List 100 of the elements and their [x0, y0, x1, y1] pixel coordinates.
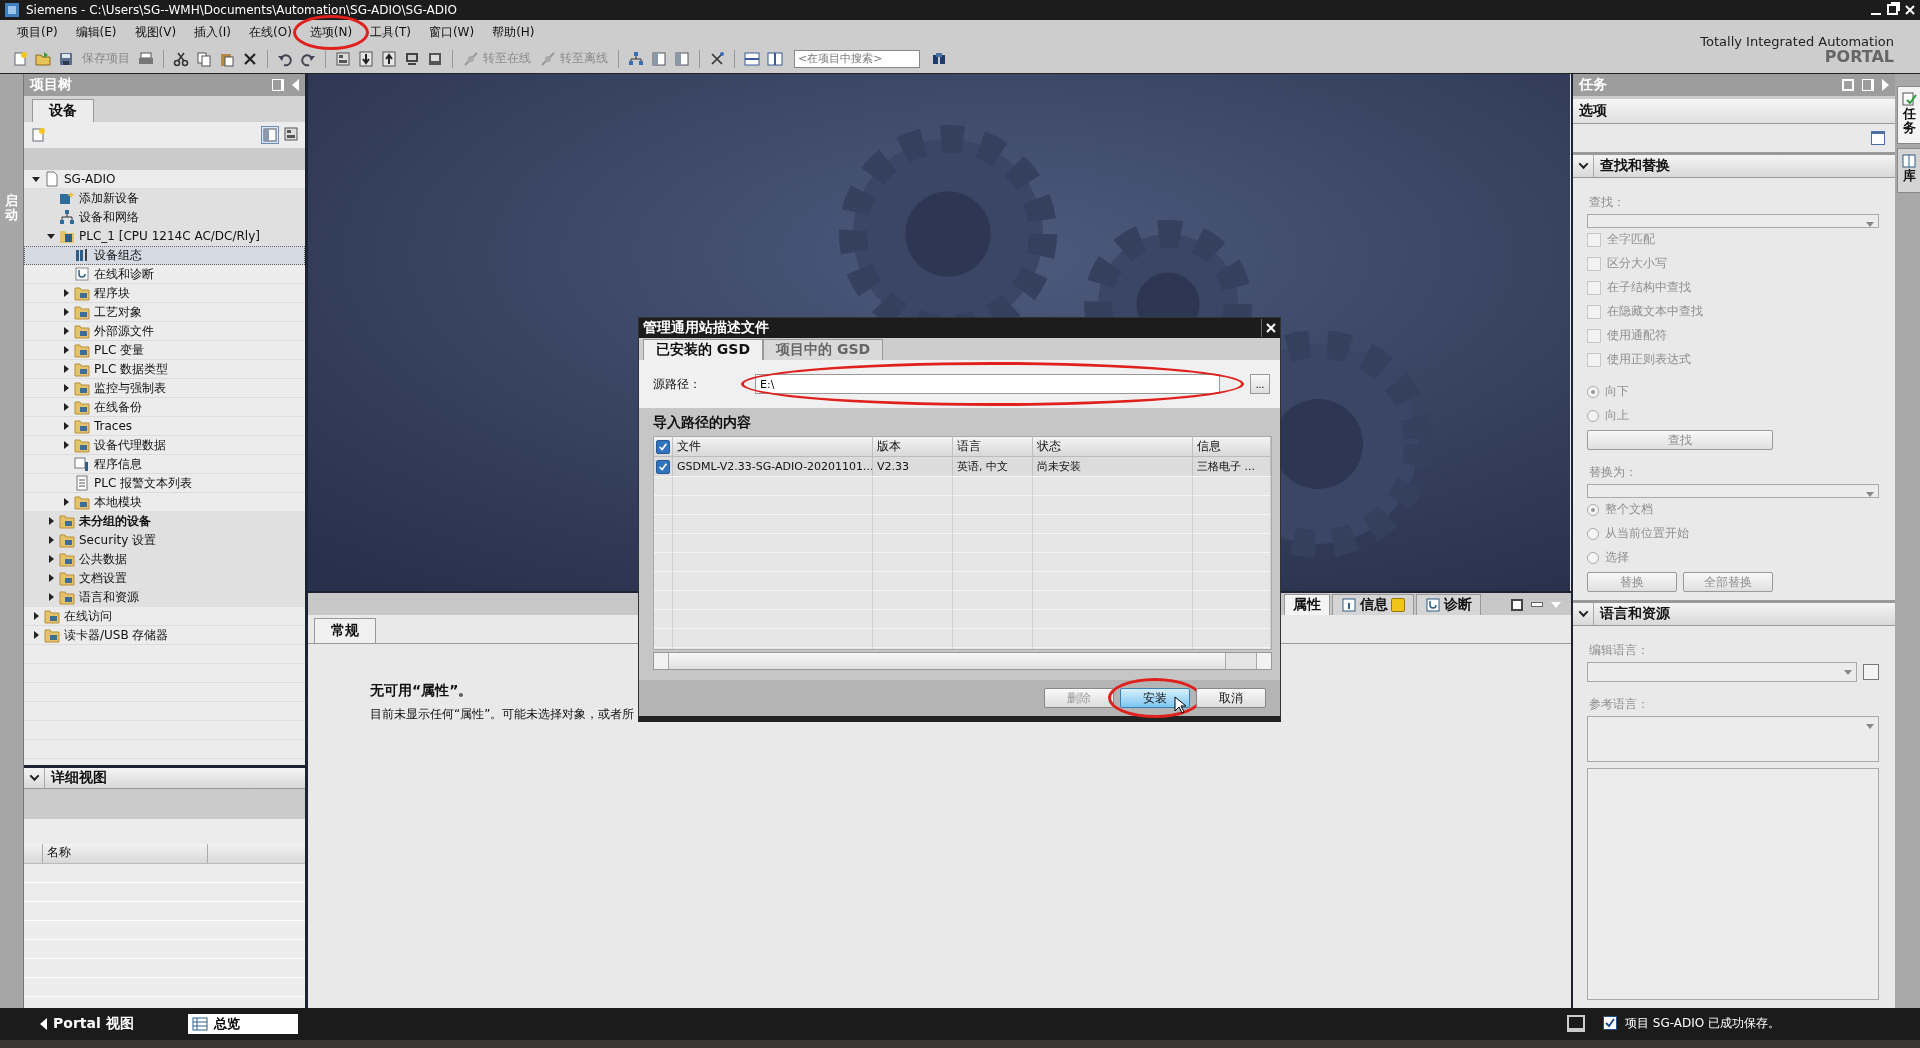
dialog-button[interactable]: 取消	[1196, 688, 1266, 708]
radio-button[interactable]	[1587, 527, 1599, 540]
column-header[interactable]: 版本	[873, 437, 953, 456]
expand-arrow[interactable]	[34, 612, 39, 621]
tree-item[interactable]: PLC 变量	[94, 341, 145, 359]
dropdown-field[interactable]	[1587, 715, 1879, 762]
tree-item[interactable]: 在线和诊断	[94, 265, 154, 283]
tree-item[interactable]: PLC 报警文本列表	[94, 474, 193, 492]
expand-arrow[interactable]	[64, 346, 69, 355]
column-header[interactable]: 语言	[953, 437, 1033, 456]
side-tab[interactable]: 任务	[1897, 85, 1920, 145]
expand-arrow[interactable]	[64, 403, 69, 412]
expand-arrow[interactable]	[64, 498, 69, 507]
tree-item[interactable]: 设备组态	[94, 246, 142, 264]
expand-arrow[interactable]	[32, 176, 40, 182]
tree-item[interactable]: 添加新设备	[79, 189, 139, 207]
window-icon[interactable]	[1871, 130, 1885, 145]
expand-arrow[interactable]	[49, 517, 54, 526]
dropdown-field[interactable]	[1587, 661, 1857, 682]
dropdown-field[interactable]	[1587, 213, 1879, 228]
dialog-tab[interactable]: 已安装的 GSD	[643, 339, 764, 360]
menu-item[interactable]: 编辑(E)	[66, 21, 126, 45]
column-header[interactable]: 文件	[673, 437, 873, 456]
checkbox-label: 区分大小写	[1607, 255, 1667, 273]
expand-arrow[interactable]	[49, 593, 54, 602]
scissors-icon	[173, 50, 189, 67]
dialog-tab[interactable]: 项目中的 GSD	[763, 339, 884, 360]
edit-icon[interactable]	[1863, 663, 1879, 680]
close-button[interactable]	[1265, 322, 1277, 334]
tree-item[interactable]: 语言和资源	[79, 588, 139, 606]
tree-item[interactable]: 程序块	[94, 284, 130, 302]
tree-item[interactable]: 程序信息	[94, 455, 142, 473]
folder-icon	[74, 437, 90, 454]
horizontal-scrollbar[interactable]	[653, 652, 1272, 670]
row-checkbox[interactable]	[656, 459, 670, 474]
tree-item[interactable]: Traces	[94, 419, 133, 434]
brand-text: Totally Integrated Automation	[1700, 33, 1894, 49]
menu-item[interactable]: 选项(N)	[300, 21, 362, 45]
radio-button[interactable]	[1587, 385, 1599, 398]
expand-arrow[interactable]	[49, 574, 54, 583]
expand-arrow[interactable]	[64, 441, 69, 450]
tree-item[interactable]: 公共数据	[79, 550, 127, 568]
tree-item[interactable]: 文档设置	[79, 569, 127, 587]
pin-icon[interactable]	[272, 78, 284, 91]
browse-button[interactable]: ...	[1250, 374, 1270, 394]
menu-item[interactable]: 插入(I)	[185, 21, 241, 45]
expand-arrow[interactable]	[64, 365, 69, 374]
column-header[interactable]: 状态	[1033, 437, 1193, 456]
menu-item[interactable]: 窗口(W)	[419, 21, 484, 45]
inspector-subtab[interactable]: 常规	[314, 617, 376, 643]
tree-item[interactable]: 本地模块	[94, 493, 142, 511]
expand-arrow[interactable]	[34, 631, 39, 640]
minimize-icon[interactable]	[1531, 602, 1543, 608]
close-button[interactable]	[1904, 3, 1916, 16]
open-folder-icon	[35, 50, 51, 67]
expand-arrow[interactable]	[47, 233, 55, 239]
search-field[interactable]: <在项目中搜索>	[794, 49, 920, 68]
tree-item[interactable]: 在线访问	[64, 607, 112, 625]
tree-item[interactable]: 设备和网络	[79, 208, 139, 226]
expand-arrow[interactable]	[64, 289, 69, 298]
dropdown-field[interactable]	[1587, 483, 1879, 498]
tree-item[interactable]: 设备代理数据	[94, 436, 166, 454]
expand-arrow[interactable]	[64, 384, 69, 393]
menu-item[interactable]: 项目(P)	[8, 21, 67, 45]
dialog-button[interactable]: 安装	[1120, 688, 1190, 708]
tree-item[interactable]: 读卡器/USB 存储器	[64, 626, 169, 644]
expand-arrow[interactable]	[49, 555, 54, 564]
inspector-tab[interactable]: 信息	[1332, 593, 1414, 615]
menu-item[interactable]: 在线(O)	[240, 21, 301, 45]
tree-item[interactable]: PLC 数据类型	[94, 360, 169, 378]
expand-arrow[interactable]	[64, 422, 69, 431]
expand-arrow[interactable]	[64, 308, 69, 317]
tree-item[interactable]: 在线备份	[94, 398, 142, 416]
radio-button[interactable]	[1587, 551, 1599, 564]
column-header[interactable]: 信息	[1193, 437, 1271, 456]
window-title: Siemens - C:\Users\SG--WMH\Documents\Automation\SG-ADIO\SG-ADIO	[26, 2, 457, 17]
path-field[interactable]: E:\	[755, 374, 1220, 394]
tree-item[interactable]: SG-ADIO	[64, 172, 116, 187]
menu-item[interactable]: 视图(V)	[125, 21, 186, 45]
display-icon[interactable]	[1566, 1015, 1585, 1033]
radio-button[interactable]	[1587, 503, 1599, 516]
restore-button[interactable]	[1887, 4, 1898, 16]
side-tab[interactable]: 库	[1897, 148, 1920, 193]
pin-icon[interactable]	[1862, 78, 1874, 91]
tree-item[interactable]: 监控与强制表	[94, 379, 166, 397]
menu-item[interactable]: 工具(T)	[361, 21, 420, 45]
inspector-tab[interactable]: 属性	[1284, 593, 1330, 615]
expand-arrow[interactable]	[49, 536, 54, 545]
expand-arrow[interactable]	[64, 327, 69, 336]
portal-view-button[interactable]: Portal 视图	[34, 1014, 140, 1034]
select-all-checkbox[interactable]	[656, 439, 670, 454]
tree-item[interactable]: 外部源文件	[94, 322, 154, 340]
tree-item[interactable]: 工艺对象	[94, 303, 142, 321]
menu-item[interactable]: 帮助(H)	[483, 21, 544, 45]
panel-tab[interactable]: 设备	[32, 98, 94, 122]
overview-tab[interactable]: 总览	[187, 1014, 298, 1034]
restore-icon[interactable]	[1511, 598, 1523, 611]
inspector-tab[interactable]: 诊断	[1416, 593, 1481, 615]
folder-icon	[59, 513, 75, 530]
radio-button[interactable]	[1587, 409, 1599, 422]
